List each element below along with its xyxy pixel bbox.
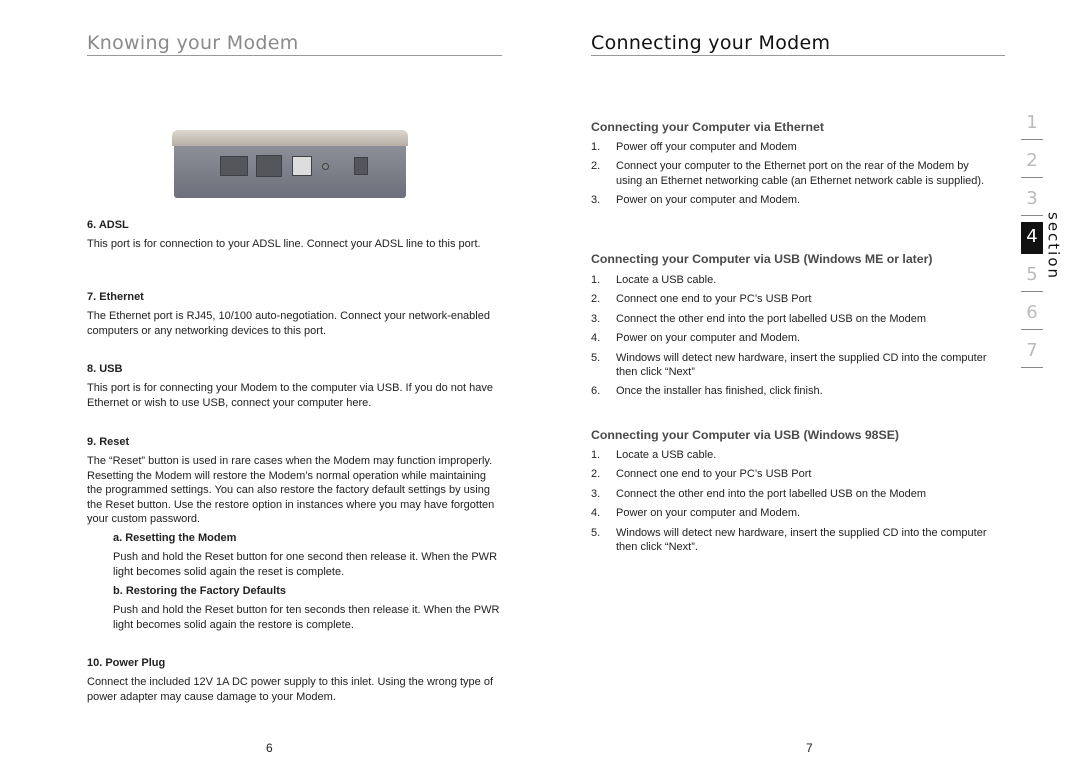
power-plug-section: 10. Power Plug Connect the included 12V 1… xyxy=(87,656,502,704)
list-item: 6. Once the installer has finished, click… xyxy=(591,384,991,398)
power-inlet xyxy=(354,157,368,175)
section-label: section xyxy=(1044,212,1063,281)
section-tab-7[interactable]: 7 xyxy=(1021,336,1043,368)
list-text: Connect one end to your PC’s USB Port xyxy=(616,468,812,481)
section-heading: 9. Reset xyxy=(87,436,130,448)
list-number: 1. xyxy=(591,274,601,286)
list-item: 5. Windows will detect new hardware, inse… xyxy=(591,351,991,380)
adsl-section: 6. ADSL This port is for connection to yo… xyxy=(87,218,502,252)
section-tab-3[interactable]: 3 xyxy=(1021,184,1043,216)
list-number: 2. xyxy=(591,293,601,306)
list-number: 3. xyxy=(591,487,601,500)
section-text: This port is for connection to your ADSL… xyxy=(87,238,481,251)
section-heading: 10. Power Plug xyxy=(87,657,166,669)
list-number: 1. xyxy=(591,449,601,461)
section-text: The Ethernet port is RJ45, 10/100 auto-n… xyxy=(87,310,490,337)
usb-port xyxy=(292,156,312,176)
section-heading: 7. Ethernet xyxy=(87,291,144,303)
list-text: Power on your computer and Modem. xyxy=(616,507,801,520)
resetting-section: a. Resetting the Modem Push and hold the … xyxy=(113,531,502,579)
list-item: 3. Connect the other end into the port la… xyxy=(591,487,991,501)
list-text: Once the installer has finished, click f… xyxy=(616,385,823,398)
restoring-section: b. Restoring the Factory Defaults Push an… xyxy=(113,584,502,632)
list-text: Windows will detect new hardware, insert… xyxy=(616,526,987,554)
ethernet-steps: 1. Power off your computer and Modem 2. Con… xyxy=(591,140,991,213)
list-number: 4. xyxy=(591,332,601,345)
list-item: 2. Connect one end to your PC’s USB Port xyxy=(591,467,991,481)
list-text: Locate a USB cable. xyxy=(616,449,717,461)
list-number: 5. xyxy=(591,351,601,364)
section-text: Push and hold the Reset button for one s… xyxy=(113,551,498,578)
adsl-port xyxy=(220,156,248,176)
section-text: This port is for connecting your Modem t… xyxy=(87,382,493,409)
list-text: Power on your computer and Modem. xyxy=(616,194,801,207)
section-heading: a. Resetting the Modem xyxy=(113,532,237,544)
modem-rear-panel-image xyxy=(170,130,410,200)
section-tab-4[interactable]: 4 xyxy=(1021,222,1043,254)
usb-me-heading: Connecting your Computer via USB (Window… xyxy=(591,252,933,266)
ethernet-port xyxy=(256,155,282,177)
list-number: 5. xyxy=(591,526,601,539)
section-text: The “Reset” button is used in rare cases… xyxy=(87,455,495,526)
usb-section: 8. USB This port is for connecting your M… xyxy=(87,362,502,410)
list-text: Connect your computer to the Ethernet po… xyxy=(616,160,985,187)
list-number: 6. xyxy=(591,385,601,398)
list-item: 2. Connect one end to your PC’s USB Port xyxy=(591,292,991,306)
list-number: 2. xyxy=(591,160,601,173)
list-item: 1. Power off your computer and Modem xyxy=(591,140,991,154)
usb-me-steps: 1. Locate a USB cable. 2. Connect one end t… xyxy=(591,273,991,404)
list-text: Power on your computer and Modem. xyxy=(616,332,801,345)
section-heading: b. Restoring the Factory Defaults xyxy=(113,585,286,597)
list-item: 4. Power on your computer and Modem. xyxy=(591,506,991,520)
page-number-left: 6 xyxy=(266,741,273,755)
usb-98se-steps: 1. Locate a USB cable. 2. Connect one end t… xyxy=(591,448,991,559)
list-number: 3. xyxy=(591,312,601,325)
list-item: 3. Connect the other end into the port la… xyxy=(591,312,991,326)
list-item: 1. Locate a USB cable. xyxy=(591,448,991,462)
usb-98se-heading: Connecting your Computer via USB (Window… xyxy=(591,428,900,442)
section-tab-6[interactable]: 6 xyxy=(1021,298,1043,330)
reset-button xyxy=(322,163,329,170)
ethernet-heading: Connecting your Computer via Ethernet xyxy=(591,120,824,134)
list-text: Windows will detect new hardware, insert… xyxy=(616,351,987,379)
reset-section: 9. Reset The “Reset” button is used in ra… xyxy=(87,435,502,526)
list-text: Connect the other end into the port labe… xyxy=(616,312,927,325)
left-page-title: Knowing your Modem xyxy=(87,33,502,57)
list-text: Power off your computer and Modem xyxy=(616,141,797,153)
section-text: Connect the included 12V 1A DC power sup… xyxy=(87,676,494,703)
list-number: 3. xyxy=(591,194,601,207)
list-text: Locate a USB cable. xyxy=(616,274,717,286)
section-tab-2[interactable]: 2 xyxy=(1021,146,1043,178)
list-number: 4. xyxy=(591,507,601,520)
list-text: Connect the other end into the port labe… xyxy=(616,487,927,500)
section-heading: 6. ADSL xyxy=(87,219,129,231)
ethernet-section: 7. Ethernet The Ethernet port is RJ45, 10… xyxy=(87,290,502,338)
list-item: 1. Locate a USB cable. xyxy=(591,273,991,287)
list-item: 4. Power on your computer and Modem. xyxy=(591,331,991,345)
section-tab-1[interactable]: 1 xyxy=(1021,108,1043,140)
list-text: Connect one end to your PC’s USB Port xyxy=(616,293,812,306)
section-text: Push and hold the Reset button for ten s… xyxy=(113,604,500,631)
page-number-right: 7 xyxy=(806,741,813,755)
right-page-title: Connecting your Modem xyxy=(591,33,1005,57)
section-tabs: 1 2 3 4 5 6 7 xyxy=(1021,108,1043,374)
list-item: 2. Connect your computer to the Ethernet … xyxy=(591,159,991,188)
list-item: 5. Windows will detect new hardware, inse… xyxy=(591,526,991,555)
list-number: 1. xyxy=(591,141,601,153)
list-item: 3. Power on your computer and Modem. xyxy=(591,193,991,207)
list-number: 2. xyxy=(591,468,601,481)
section-tab-5[interactable]: 5 xyxy=(1021,260,1043,292)
section-heading: 8. USB xyxy=(87,363,123,375)
